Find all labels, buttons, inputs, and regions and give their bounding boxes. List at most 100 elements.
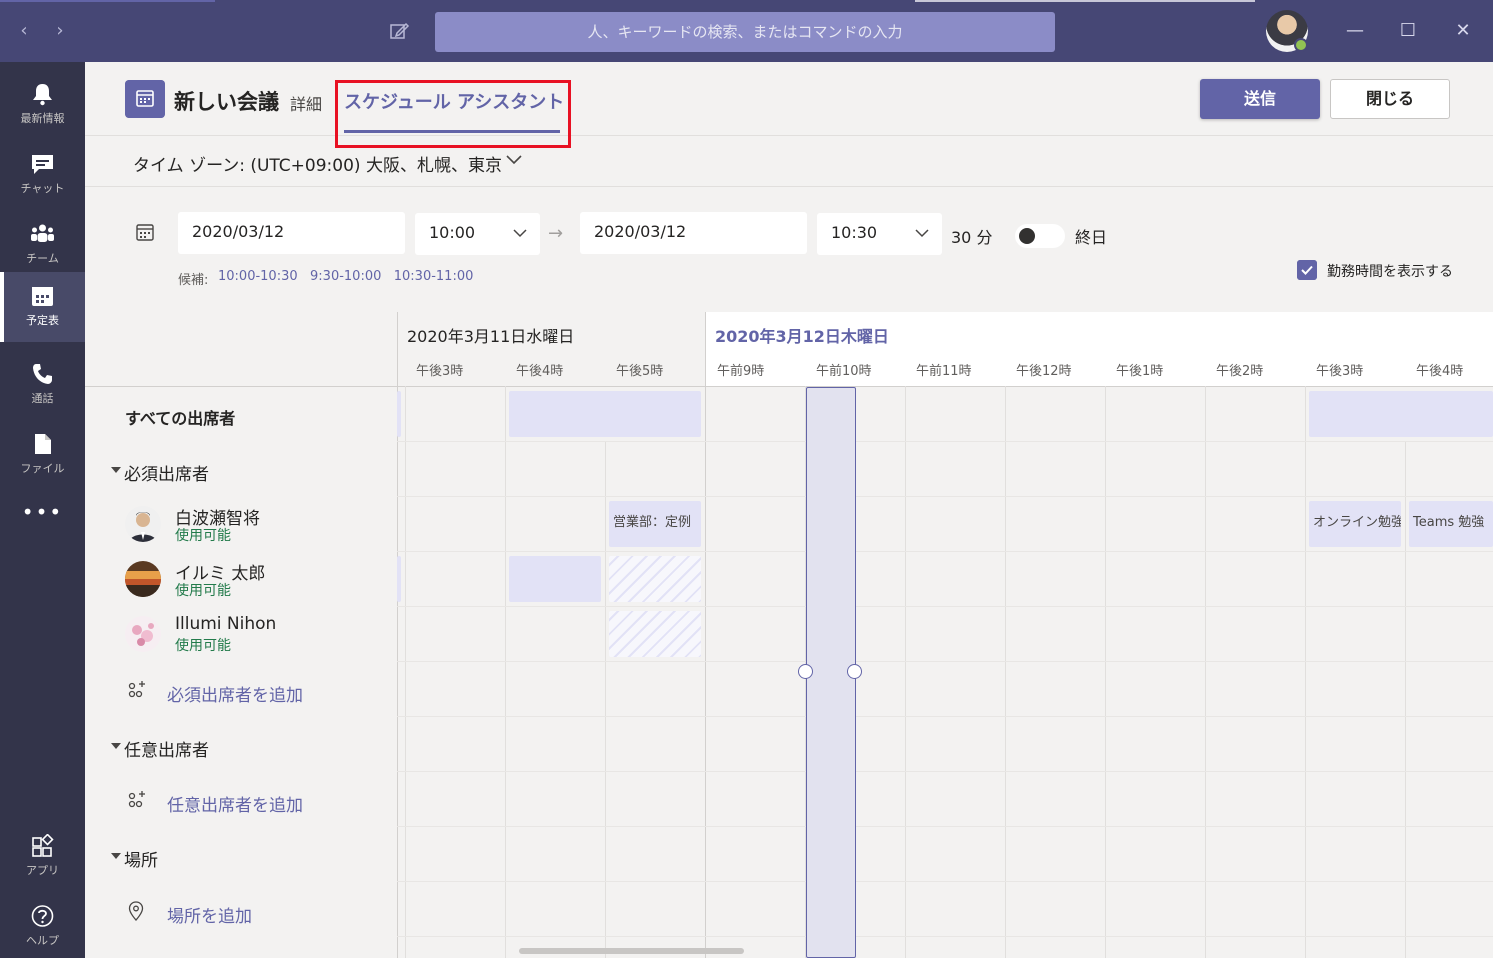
date-calendar-icon xyxy=(136,224,154,241)
event-block[interactable]: オンライン勉強 xyxy=(1309,501,1401,547)
start-time-select[interactable]: 10:00 xyxy=(415,213,540,255)
hour-label: 午後2時 xyxy=(1216,364,1264,379)
end-time-select[interactable]: 10:30 xyxy=(817,213,942,255)
compose-icon[interactable] xyxy=(388,20,410,42)
highlight-annotation-box xyxy=(335,80,571,148)
day-header-mar11: 2020年3月11日水曜日 xyxy=(407,327,575,346)
meeting-calendar-icon xyxy=(125,80,165,118)
attendee-status: 使用可能 xyxy=(175,638,231,654)
location-label[interactable]: 場所 xyxy=(124,846,158,871)
title-accent-line xyxy=(0,0,215,2)
search-input[interactable]: 人、キーワードの検索、またはコマンドの入力 xyxy=(435,12,1055,52)
chevron-down-icon[interactable] xyxy=(505,151,523,169)
attendee-status: 使用可能 xyxy=(175,583,231,599)
calendar-icon xyxy=(32,287,53,306)
workhours-checkbox[interactable] xyxy=(1297,260,1317,280)
grid-row-line xyxy=(397,826,1493,827)
add-optional-attendee-link[interactable]: 任意出席者を追加 xyxy=(167,791,303,816)
grid-line xyxy=(405,386,406,958)
caret-down-icon[interactable] xyxy=(111,743,121,749)
rail-item-activity[interactable]: 最新情報 xyxy=(0,70,85,140)
grid-line xyxy=(1305,386,1306,958)
caret-down-icon[interactable] xyxy=(111,467,121,473)
arrow-right-icon: → xyxy=(548,223,564,244)
start-date-field[interactable]: 2020/03/12 xyxy=(178,212,405,254)
forward-arrow-icon[interactable]: › xyxy=(50,20,70,42)
allday-toggle[interactable] xyxy=(1015,224,1065,248)
rail-item-help[interactable]: ヘルプ xyxy=(0,892,85,958)
title-bar: ‹ › 人、キーワードの検索、またはコマンドの入力 — ☐ ✕ xyxy=(0,0,1493,62)
rail-item-teams[interactable]: チーム xyxy=(0,210,85,280)
back-arrow-icon[interactable]: ‹ xyxy=(14,20,34,42)
grid-line xyxy=(1005,386,1006,958)
workhours-label: 勤務時間を表示する xyxy=(1327,264,1453,280)
tentative-block[interactable] xyxy=(609,556,701,602)
grid-row-line xyxy=(397,881,1493,882)
tentative-block[interactable] xyxy=(609,611,701,657)
add-people-icon[interactable] xyxy=(125,789,147,811)
suggestions-label: 候補: xyxy=(178,273,209,288)
caret-down-icon[interactable] xyxy=(111,853,121,859)
presence-available-icon xyxy=(1294,38,1308,52)
rail-label-calendar: 予定表 xyxy=(26,314,59,327)
avatar xyxy=(125,561,161,597)
grid-row-line xyxy=(397,661,1493,662)
avatar xyxy=(125,506,161,542)
close-window-icon[interactable]: ✕ xyxy=(1450,18,1476,44)
timezone-selector[interactable]: タイム ゾーン: (UTC+09:00) 大阪、札幌、東京 xyxy=(133,151,502,176)
person-photo-icon xyxy=(125,561,161,597)
chevron-down-icon xyxy=(915,229,929,238)
rail-more-button[interactable]: ••• xyxy=(0,490,85,560)
busy-block[interactable] xyxy=(509,556,601,602)
maximize-icon[interactable]: ☐ xyxy=(1395,18,1421,44)
event-title: 営業部：定例 xyxy=(613,515,692,530)
rail-label-teams: チーム xyxy=(26,252,59,265)
end-time-value: 10:30 xyxy=(831,223,878,242)
rail-item-apps[interactable]: アプリ xyxy=(0,822,85,892)
app-rail: 最新情報 チャット チーム 予定表 通話 ファイル ••• アプリ ヘルプ xyxy=(0,62,85,958)
rail-label-chat: チャット xyxy=(20,182,65,195)
hour-label: 午後12時 xyxy=(1016,364,1072,379)
location-pin-icon[interactable] xyxy=(125,900,147,922)
event-title: オンライン勉強 xyxy=(1313,515,1401,530)
event-block[interactable]: 営業部：定例 xyxy=(609,501,701,547)
grid-row-line xyxy=(397,551,1493,552)
rail-label-apps: アプリ xyxy=(26,864,59,877)
event-block[interactable]: Teams 勉強 xyxy=(1409,501,1493,547)
end-date-field[interactable]: 2020/03/12 xyxy=(580,212,807,254)
send-button[interactable]: 送信 xyxy=(1200,79,1320,119)
busy-block[interactable] xyxy=(509,391,701,437)
teams-icon xyxy=(31,224,54,242)
add-location-link[interactable]: 場所を追加 xyxy=(167,902,252,927)
close-button[interactable]: 閉じる xyxy=(1330,79,1450,119)
selection-end-handle[interactable] xyxy=(847,664,862,679)
grid-line xyxy=(1105,386,1106,958)
duration-label: 30 分 xyxy=(951,228,993,247)
horizontal-scrollbar[interactable] xyxy=(519,948,744,954)
rail-item-files[interactable]: ファイル xyxy=(0,420,85,490)
start-time-value: 10:00 xyxy=(429,223,476,242)
busy-block[interactable] xyxy=(397,556,401,602)
page-title: 新しい会議 xyxy=(174,90,279,114)
avatar xyxy=(125,616,161,652)
rail-item-chat[interactable]: チャット xyxy=(0,140,85,210)
add-people-icon[interactable] xyxy=(125,679,147,701)
required-attendees-label[interactable]: 必須出席者 xyxy=(124,460,209,485)
hour-label: 午後3時 xyxy=(1316,364,1364,379)
optional-attendees-label[interactable]: 任意出席者 xyxy=(124,736,209,761)
tab-details[interactable]: 詳細 xyxy=(290,91,322,115)
hour-label: 午前9時 xyxy=(717,364,765,379)
add-required-attendee-link[interactable]: 必須出席者を追加 xyxy=(167,681,303,706)
suggested-times[interactable]: 10:00-10:30 9:30-10:00 10:30-11:00 xyxy=(218,269,473,284)
busy-block[interactable] xyxy=(1309,391,1493,437)
rail-item-calendar[interactable]: 予定表 xyxy=(0,272,85,342)
meeting-editor: 新しい会議 詳細 スケジュール アシスタント 送信 閉じる タイム ゾーン: (… xyxy=(85,62,1493,958)
grid-row-line xyxy=(397,716,1493,717)
selection-start-handle[interactable] xyxy=(798,664,813,679)
busy-block[interactable] xyxy=(397,391,401,437)
hour-label: 午後4時 xyxy=(516,364,564,379)
rail-label-activity: 最新情報 xyxy=(20,112,65,125)
file-icon xyxy=(35,434,51,454)
minimize-icon[interactable]: — xyxy=(1342,18,1368,44)
rail-item-calls[interactable]: 通話 xyxy=(0,350,85,420)
